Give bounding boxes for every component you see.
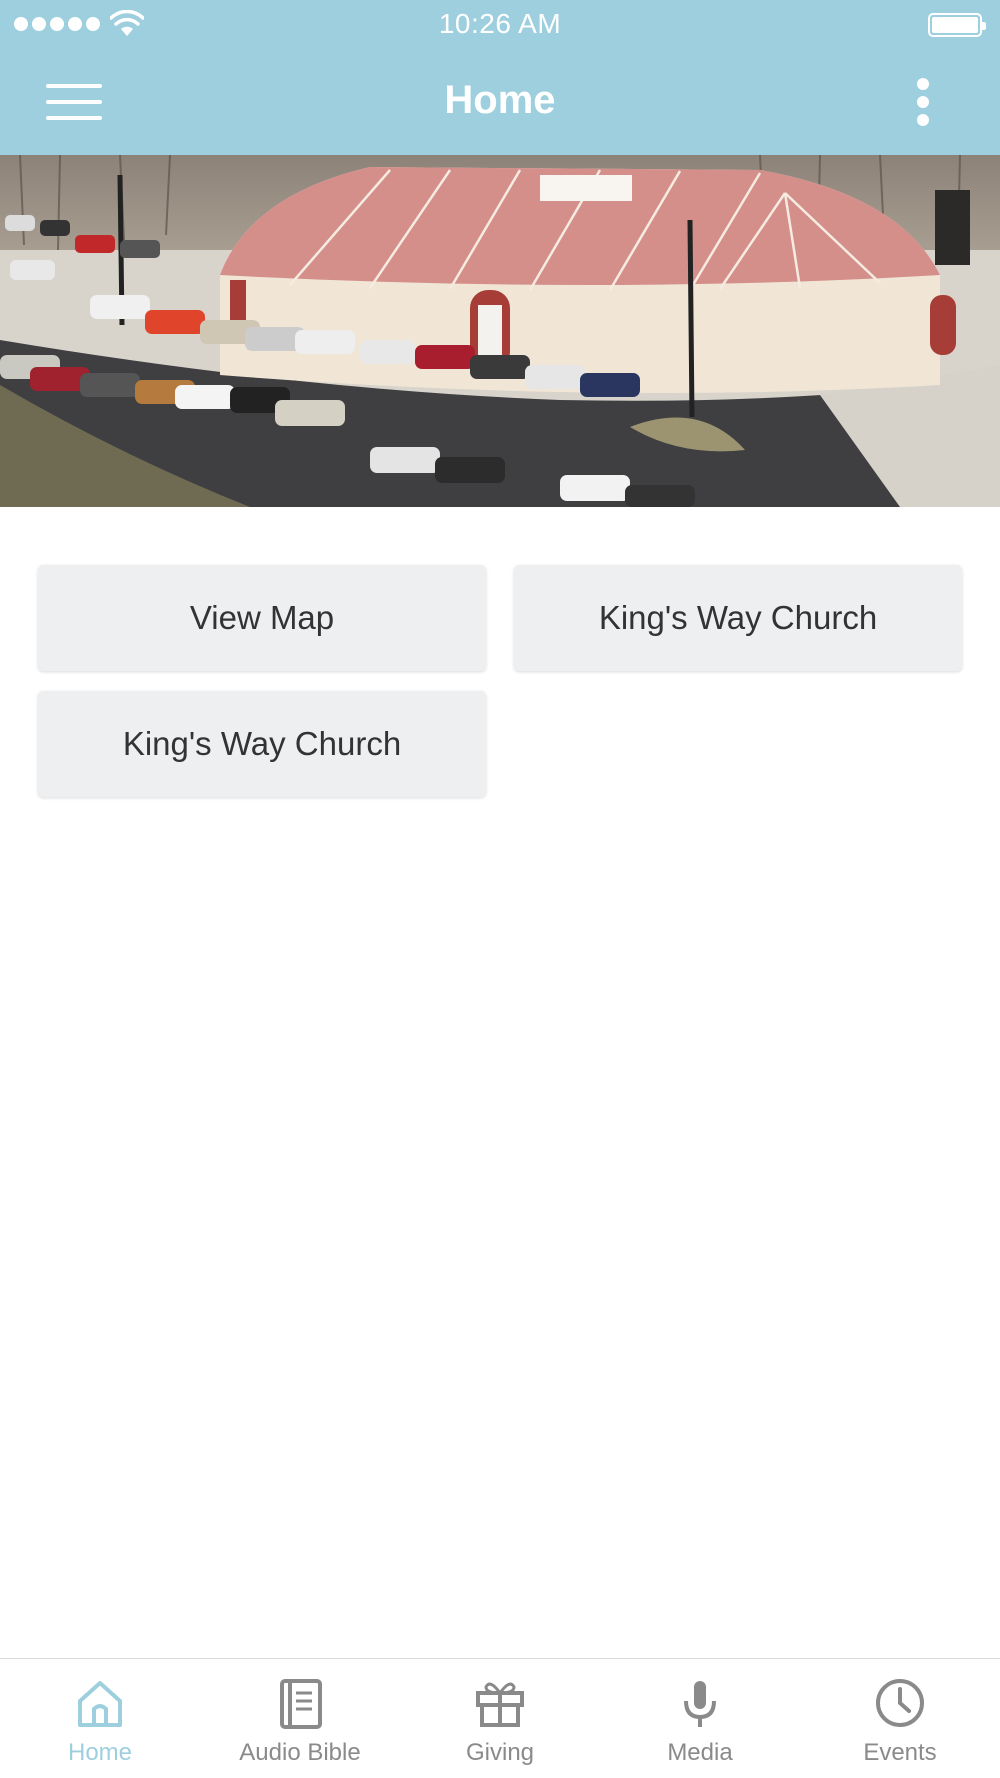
kings-way-church-button-2[interactable]: King's Way Church	[38, 691, 486, 797]
nav-bar: Home	[0, 50, 1000, 155]
tab-label: Events	[863, 1739, 937, 1766]
status-time: 10:26 AM	[438, 8, 562, 39]
tab-media[interactable]: Media	[600, 1659, 800, 1778]
tab-label: Audio Bible	[239, 1739, 361, 1766]
view-map-button[interactable]: View Map	[38, 565, 486, 671]
bottom-tab-bar: Home Audio Bible Giving Media Events	[0, 1658, 1000, 1778]
home-icon	[78, 1681, 122, 1727]
church-photo	[0, 155, 1000, 507]
tab-giving[interactable]: Giving	[400, 1659, 600, 1778]
tab-label: Home	[67, 1739, 133, 1766]
hero-image-church-building	[0, 155, 1000, 507]
microphone-icon	[684, 1681, 716, 1727]
status-bar: 10:26 AM	[0, 0, 1000, 50]
tab-audio-bible[interactable]: Audio Bible	[200, 1659, 400, 1778]
app-header: 10:26 AM Home	[0, 0, 1000, 155]
tab-events[interactable]: Events	[800, 1659, 1000, 1778]
battery-icon	[928, 13, 986, 37]
tab-home[interactable]: Home	[0, 1659, 200, 1778]
clock-icon	[876, 1679, 924, 1727]
book-icon	[280, 1679, 322, 1729]
kings-way-church-button[interactable]: King's Way Church	[514, 565, 962, 671]
page-title: Home	[444, 78, 556, 122]
more-options-icon[interactable]	[906, 76, 942, 128]
gift-icon	[476, 1682, 524, 1727]
tab-label: Giving	[465, 1739, 535, 1766]
tab-label: Media	[667, 1739, 733, 1766]
